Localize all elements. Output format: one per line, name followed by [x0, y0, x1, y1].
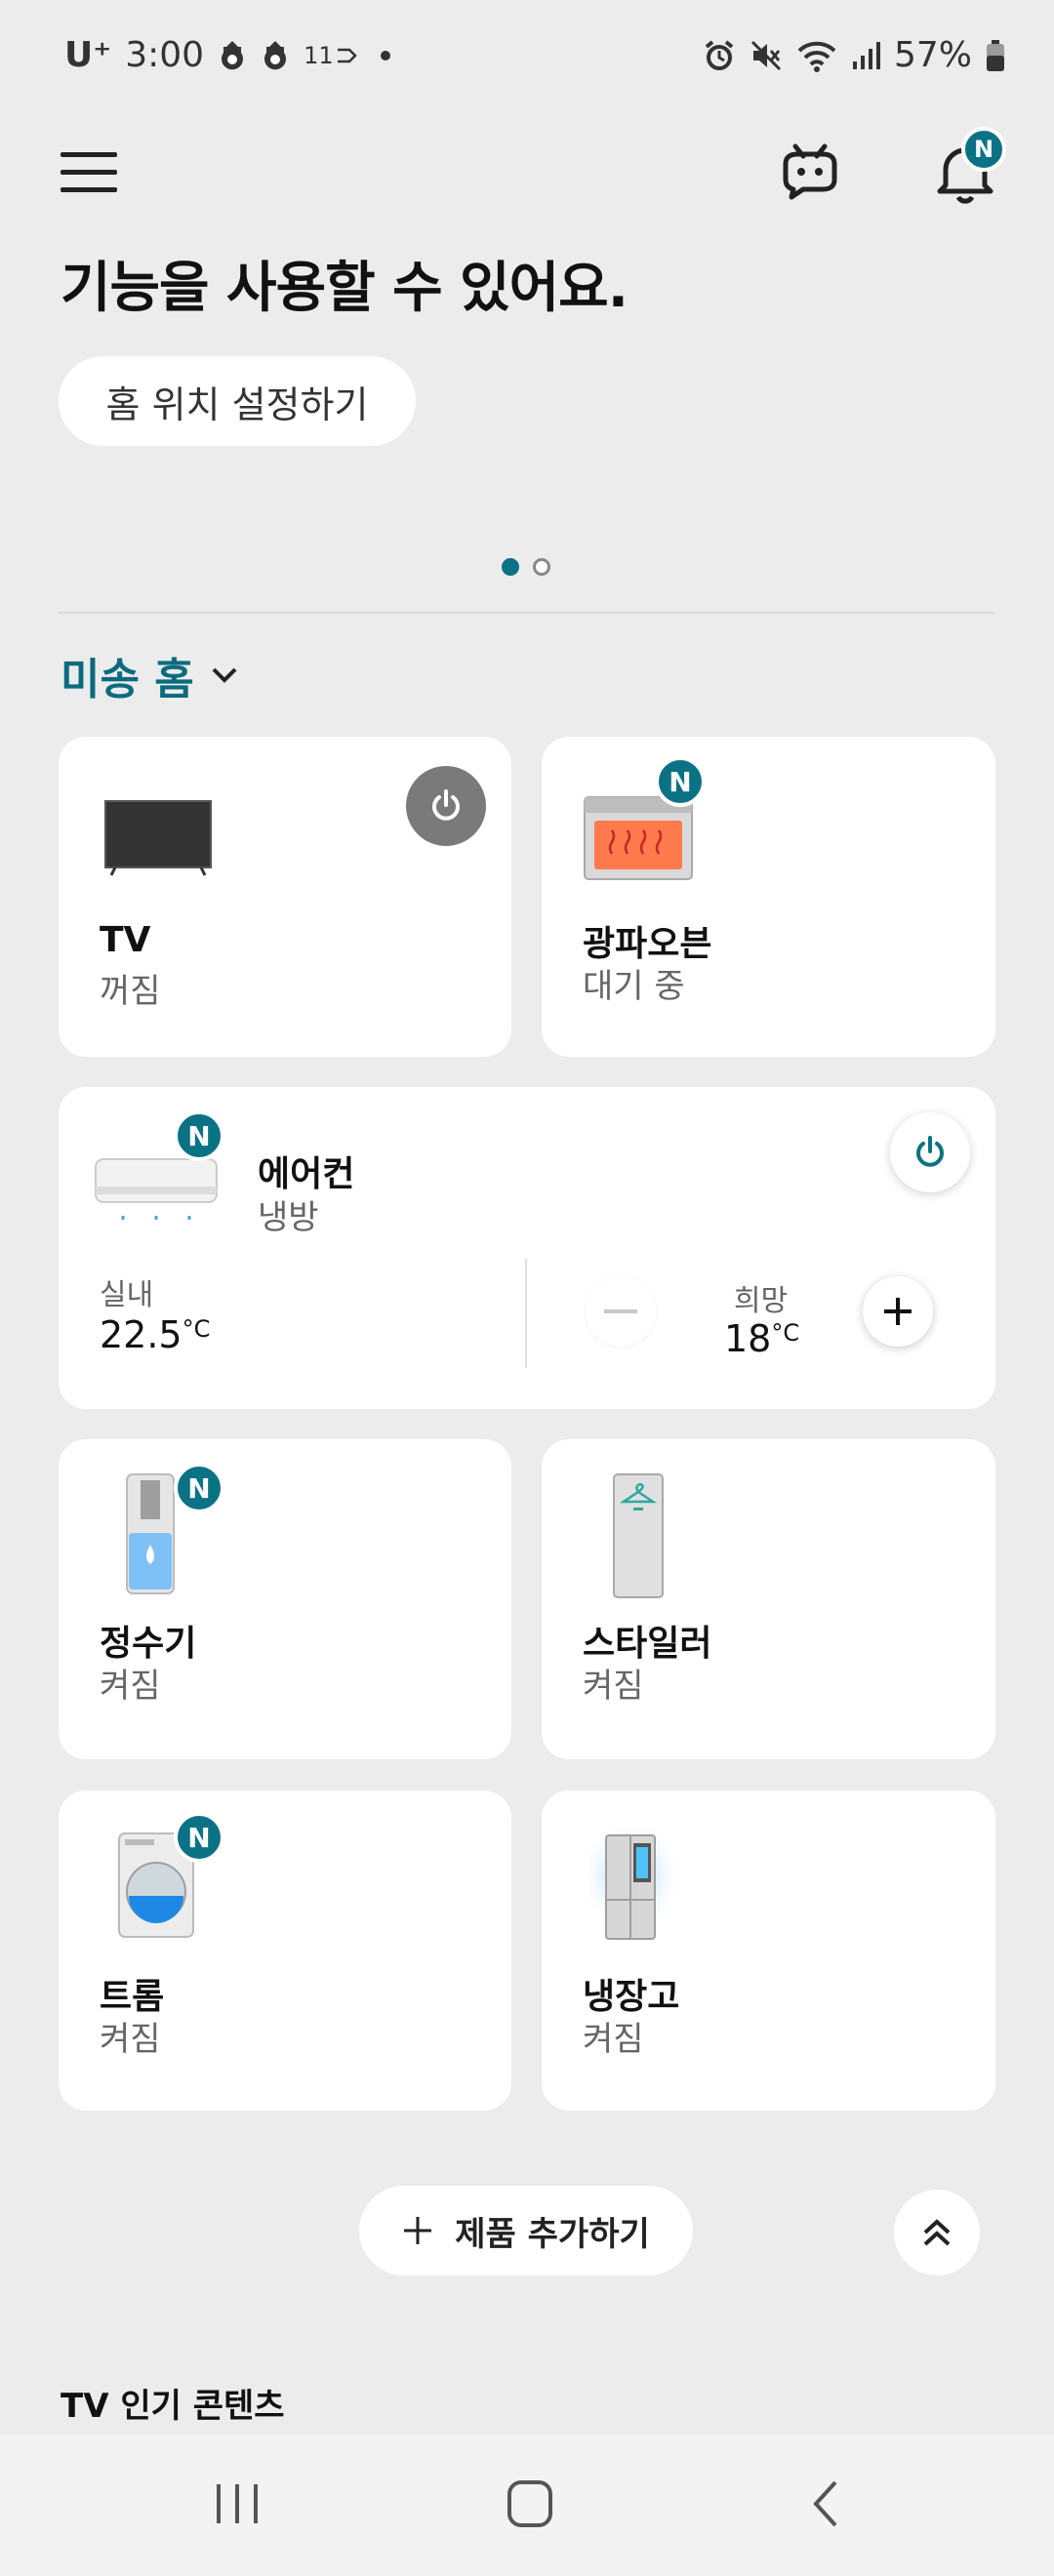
device-card-styler[interactable]: 스타일러 켜짐 [542, 1439, 995, 1759]
home-name-label: 미송 홈 [61, 655, 194, 704]
section-title: TV 인기 콘텐츠 [61, 2387, 285, 2426]
device-card-fridge[interactable]: 냉장고 켜짐 [542, 1791, 995, 2111]
device-card-oven[interactable]: N 광파오븐 대기 중 [542, 737, 995, 1057]
device-card-tv[interactable]: TV 꺼짐 [59, 737, 511, 1057]
temp-decrease-button[interactable] [586, 1276, 656, 1347]
indoor-temp: 22.5 °C [100, 1313, 210, 1356]
target-temp-label: 희망 [734, 1284, 789, 1318]
power-icon [916, 1136, 944, 1167]
new-badge: N [655, 756, 706, 807]
target-temp-value: 18 [724, 1317, 772, 1360]
target-temp-unit: °C [771, 1319, 800, 1347]
temp-increase-button[interactable] [863, 1276, 933, 1347]
add-product-label: 제품 추가하기 [455, 2214, 650, 2254]
chevron-down-icon [212, 667, 237, 683]
indoor-temp-value: 22.5 [100, 1313, 182, 1356]
refrigerator-icon [578, 1824, 683, 1943]
add-product-button[interactable]: 제품 추가하기 [359, 2186, 693, 2275]
indoor-temp-unit: °C [182, 1315, 211, 1343]
device-status: 켜짐 [100, 2020, 161, 2059]
carrier-label: U⁺ [64, 35, 112, 75]
device-status: 켜짐 [583, 1667, 644, 1706]
device-card-washer[interactable]: N 트롬 켜짐 [59, 1791, 511, 2111]
power-icon [432, 789, 460, 821]
page-dot[interactable] [533, 558, 550, 576]
plus-icon [404, 2217, 432, 2244]
back-icon[interactable] [806, 2478, 845, 2529]
set-home-location-button[interactable]: 홈 위치 설정하기 [59, 356, 416, 446]
chatbot-button[interactable] [776, 135, 844, 203]
battery-icon [986, 39, 1005, 72]
target-temp: 18 °C [724, 1317, 799, 1360]
divider [59, 612, 995, 614]
system-nav-bar [0, 2435, 1054, 2576]
alarm-icon [703, 39, 736, 72]
styler-icon [613, 1473, 664, 1598]
mute-icon [750, 39, 783, 72]
page-dot-active[interactable] [502, 558, 519, 576]
device-status: 켜짐 [583, 2020, 644, 2059]
device-card-purifier[interactable]: N 정수기 켜짐 [59, 1439, 511, 1759]
divider [525, 1259, 527, 1368]
channel-11-icon: 11 [304, 42, 357, 69]
scroll-top-button[interactable] [894, 2190, 980, 2275]
plus-icon [884, 1298, 912, 1325]
banner-heading: 기능을 사용할 수 있어요. [61, 257, 628, 320]
new-badge: N [174, 1110, 224, 1161]
water-purifier-icon [126, 1473, 175, 1594]
double-chevron-up-icon [923, 2219, 951, 2246]
status-bar: U⁺ 3:00 11 57% [0, 0, 1054, 117]
device-name: 에어컨 [258, 1154, 355, 1194]
dot-icon [380, 50, 390, 60]
device-status: 켜짐 [100, 1667, 161, 1706]
aircon-power-button[interactable] [890, 1112, 970, 1192]
minus-icon [604, 1309, 637, 1313]
chatbot-icon [783, 143, 837, 200]
channel-11-label: 11 [304, 41, 334, 69]
indoor-temp-label: 실내 [100, 1278, 154, 1312]
clock: 3:00 [125, 35, 205, 75]
battery-percent: 57% [893, 35, 972, 75]
device-status: 대기 중 [583, 967, 685, 1006]
signal-icon [851, 40, 880, 71]
menu-button[interactable] [61, 146, 119, 195]
new-badge: N [174, 1812, 224, 1863]
device-status: 꺼짐 [100, 972, 161, 1011]
device-card-aircon[interactable]: N 에어컨 냉방 실내 22.5 °C 희망 18 °C [59, 1087, 995, 1409]
notification-badge: N [961, 127, 1006, 172]
device-status: 냉방 [258, 1198, 319, 1237]
new-badge: N [174, 1463, 224, 1513]
app-notification-icon [261, 39, 290, 72]
tv-icon [104, 800, 212, 876]
wifi-icon [796, 39, 837, 72]
home-selector[interactable]: 미송 홈 [61, 644, 239, 706]
device-name: TV [100, 920, 151, 960]
notification-button[interactable]: N [932, 127, 1006, 205]
air-conditioner-icon [95, 1158, 218, 1220]
tv-power-button[interactable] [406, 766, 486, 846]
app-notification-icon [218, 39, 247, 72]
home-icon[interactable] [506, 2478, 554, 2529]
recent-apps-icon[interactable] [213, 2480, 262, 2527]
